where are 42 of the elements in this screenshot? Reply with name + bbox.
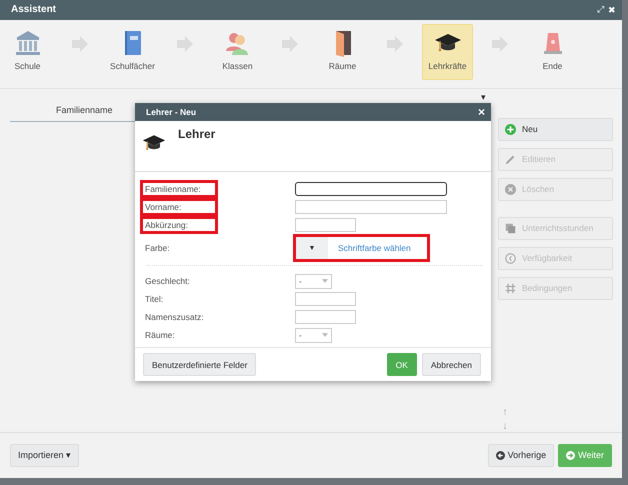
- forward-arrow-icon: [566, 450, 576, 460]
- input-field[interactable]: [295, 182, 447, 196]
- close-button[interactable]: ×: [478, 106, 485, 118]
- field-label: Geschlecht:: [144, 275, 191, 288]
- caret-icon: [322, 333, 328, 337]
- wizard-step[interactable]: Räume: [317, 24, 368, 80]
- hash-icon: [505, 282, 516, 294]
- window-title: Assistent: [11, 4, 56, 16]
- field-label: Familienname:: [140, 180, 218, 198]
- custom-fields-button[interactable]: Benutzerdefinierte Felder: [143, 353, 256, 376]
- close-icon: [505, 184, 516, 195]
- column-header[interactable]: Familienname: [56, 104, 113, 115]
- wizard-step[interactable]: Schulfächer: [107, 24, 158, 80]
- field-label: Räume:: [144, 329, 176, 342]
- select-field[interactable]: -: [295, 274, 332, 288]
- font-color-link[interactable]: Schriftfarbe wählen: [338, 243, 411, 253]
- field-label: Titel:: [144, 293, 164, 306]
- building-icon: [14, 28, 42, 57]
- squares-icon: [505, 222, 516, 234]
- window-control-button[interactable]: ✖: [608, 4, 616, 16]
- field-label: Vorname:: [140, 198, 218, 216]
- wizard-step[interactable]: Lehrkräfte: [422, 24, 473, 80]
- wizard-step[interactable]: Klassen: [212, 24, 263, 80]
- dialog-title: Lehrer - Neu: [146, 107, 196, 117]
- dialog-heading: Lehrer: [178, 127, 216, 141]
- field-label: Farbe:: [144, 242, 171, 255]
- window-control-button[interactable]: ⤢: [597, 4, 604, 16]
- side-button[interactable]: Neu: [498, 118, 613, 141]
- wizard-step[interactable]: Ende: [527, 24, 578, 80]
- pencil-icon: [505, 154, 516, 165]
- field-label: Namenszusatz:: [144, 311, 205, 324]
- import-button[interactable]: Importieren ▾: [10, 444, 80, 467]
- plus-icon: [505, 124, 516, 135]
- wizard-step[interactable]: Schule: [2, 24, 53, 80]
- caret-icon: [322, 279, 328, 283]
- cancel-button[interactable]: Abbrechen: [422, 353, 481, 376]
- field-label: Abkürzung:: [140, 216, 218, 234]
- previous-button[interactable]: Vorherige: [488, 444, 554, 467]
- column-menu-caret[interactable]: ▾: [481, 92, 486, 102]
- clock-icon: [505, 252, 516, 264]
- select-field[interactable]: -: [295, 328, 332, 342]
- back-arrow-icon: [496, 450, 505, 460]
